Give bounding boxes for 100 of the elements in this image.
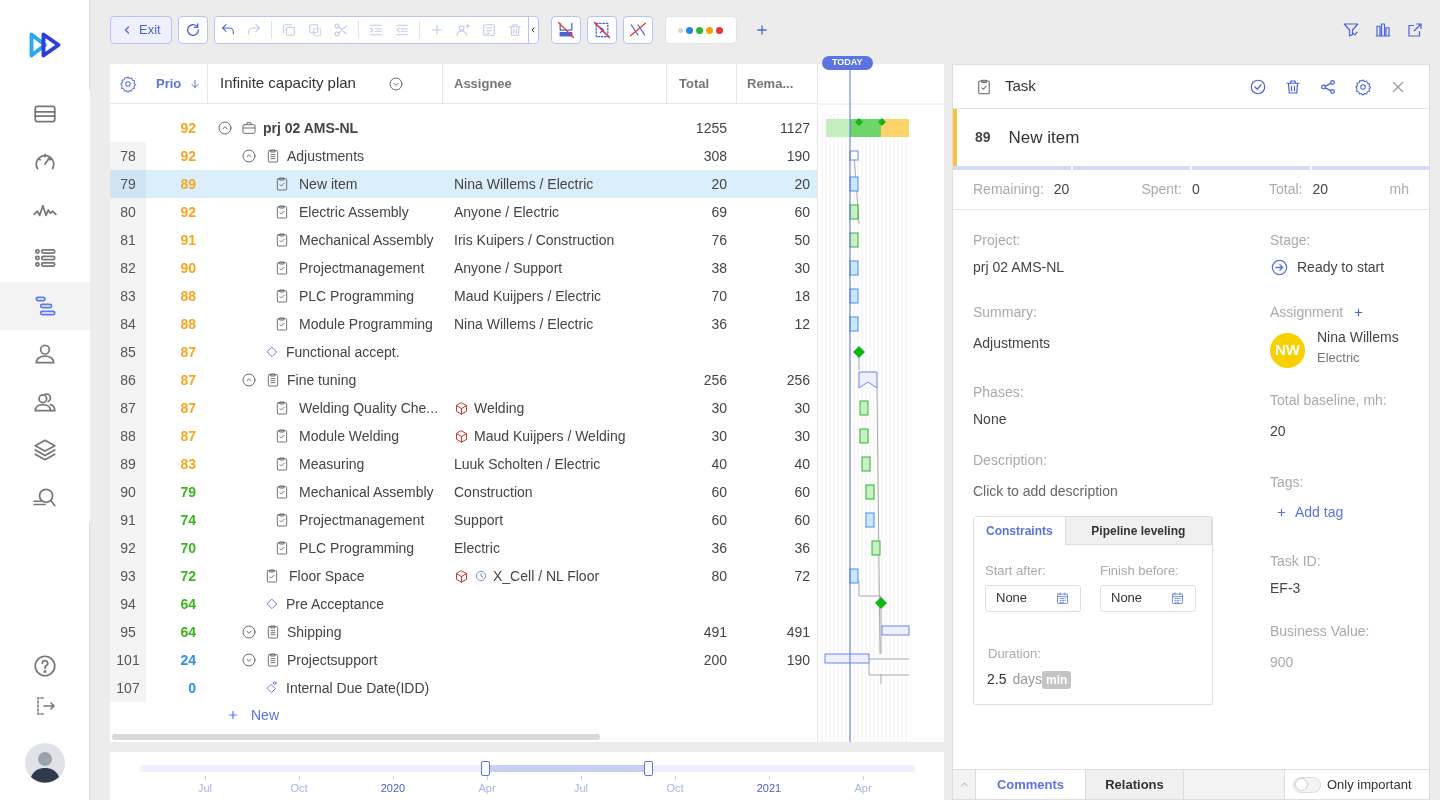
date-field[interactable]: None <box>1100 584 1196 612</box>
add-row-button[interactable]: New <box>227 702 817 728</box>
toggle-switch[interactable] <box>1293 776 1321 793</box>
field-label: Task ID: <box>1270 552 1322 571</box>
collapse-toggle[interactable] <box>241 372 257 388</box>
field-value: 900 <box>1270 653 1295 672</box>
remaining-value: 18 <box>794 286 810 306</box>
clipboard-list-icon <box>265 372 281 388</box>
columns-icon[interactable] <box>1374 21 1392 39</box>
assignee-name: Iris Kuipers / Construction <box>454 230 615 250</box>
constraints-tab[interactable]: Pipeline leveling <box>1064 517 1212 545</box>
crossed-bar-icon <box>555 20 576 40</box>
range-handle[interactable] <box>481 761 491 776</box>
assignee-name: Luuk Scholten / Electric <box>454 454 601 474</box>
row-number: 94 <box>120 594 136 614</box>
exit-button[interactable]: Exit <box>110 16 172 44</box>
clipboard-check-icon <box>274 260 290 276</box>
priority-value: 87 <box>180 342 196 362</box>
priority-value: 74 <box>180 510 196 530</box>
nav-item[interactable] <box>0 282 90 330</box>
priority-value: 72 <box>180 566 196 586</box>
description-field[interactable]: Click to add description <box>973 481 1270 502</box>
settings-icon[interactable] <box>119 74 137 93</box>
collapse-toggle[interactable] <box>241 148 257 164</box>
field-label: Total baseline, mh: <box>1270 391 1388 410</box>
priority-value: 92 <box>180 146 196 166</box>
priority-value: 70 <box>180 538 196 558</box>
range-slider[interactable] <box>140 761 915 776</box>
filter-icon[interactable] <box>1342 21 1360 39</box>
remaining-value: 60 <box>794 510 810 530</box>
timeline-label: Oct <box>290 781 308 796</box>
add-user-icon <box>454 22 471 38</box>
avatar[interactable] <box>24 743 65 783</box>
clipboard-check-icon <box>274 428 290 444</box>
check-icon[interactable] <box>1249 77 1267 96</box>
total-value: 60 <box>711 510 727 530</box>
priority-value: 79 <box>180 482 196 502</box>
expand-toggle[interactable] <box>241 652 257 668</box>
total-value: 20 <box>711 174 727 194</box>
collapse-toggle[interactable] <box>217 120 233 136</box>
total-value: 60 <box>711 482 727 502</box>
plus-icon[interactable] <box>754 23 769 37</box>
row-number: 87 <box>120 398 136 418</box>
table-row[interactable]: 79 89 New item Nina Willems / Electric 20 20 <box>110 170 817 198</box>
timeline-label: Jul <box>197 781 213 796</box>
priority-value: 0 <box>188 678 196 698</box>
priority-value: 64 <box>180 594 196 614</box>
remaining-value: 60 <box>794 482 810 502</box>
briefcase-icon <box>241 120 257 136</box>
task-name: Electric Assembly <box>299 202 409 222</box>
refresh-button[interactable] <box>177 16 208 44</box>
clipboard-check-icon <box>274 288 290 304</box>
external-link-icon[interactable] <box>1406 21 1424 39</box>
field-label: Assignment <box>1270 303 1344 322</box>
sort-header[interactable]: Prio <box>146 63 208 104</box>
copy-icon <box>280 22 297 38</box>
total-value: 491 <box>703 622 727 642</box>
row-number: 89 <box>120 454 136 474</box>
total-value: 36 <box>711 314 727 334</box>
layers-icon <box>31 437 58 463</box>
row-number: 84 <box>120 314 136 334</box>
expand-toggle[interactable] <box>241 624 257 640</box>
help-icon[interactable] <box>31 653 58 679</box>
hide-bars-button[interactable] <box>550 16 581 44</box>
field-value: Adjustments <box>973 334 1052 353</box>
cube-icon <box>454 400 469 416</box>
range-handle[interactable] <box>643 761 653 776</box>
total-value: 1255 <box>695 118 727 138</box>
arrow-right-circle-icon <box>1270 258 1289 277</box>
task-name: Fine tuning <box>287 370 357 390</box>
scrollbar[interactable] <box>112 734 600 740</box>
calendar-icon <box>1170 590 1185 606</box>
date-field[interactable]: None <box>985 584 1081 612</box>
hide-lines-button[interactable] <box>622 16 653 44</box>
trash-icon[interactable] <box>1284 77 1302 96</box>
task-number: 89 <box>975 128 991 147</box>
stat-value: 0 <box>1191 180 1200 199</box>
plus-icon <box>1276 507 1287 518</box>
clipboard-check-icon <box>274 540 290 556</box>
timeline-label: Apr <box>854 781 872 796</box>
task-name: PLC Programming <box>299 286 415 306</box>
hide-frame-button[interactable] <box>586 16 617 44</box>
priority-value: 90 <box>180 258 196 278</box>
remaining-value: 36 <box>794 538 810 558</box>
outdent-icon <box>393 22 410 38</box>
dropdown-icon[interactable] <box>388 75 404 92</box>
bottom-tab[interactable]: Comments <box>976 769 1086 799</box>
field-label: Description: <box>973 451 1048 470</box>
note-icon <box>480 22 497 38</box>
priority-value: 87 <box>180 370 196 390</box>
assignee-name: Maud Kuijpers / Welding <box>474 426 626 446</box>
add-tag-link[interactable]: Add tag <box>1276 502 1409 523</box>
settings-icon[interactable] <box>1354 77 1372 96</box>
share-icon[interactable] <box>1319 77 1337 96</box>
duration-unit: days <box>1012 670 1043 689</box>
task-name: Shipping <box>287 622 342 642</box>
priority-value: 89 <box>180 174 196 194</box>
task-name: prj 02 AMS-NL <box>263 118 359 138</box>
color-filter[interactable] <box>664 16 737 44</box>
plus-icon[interactable] <box>1353 307 1365 318</box>
